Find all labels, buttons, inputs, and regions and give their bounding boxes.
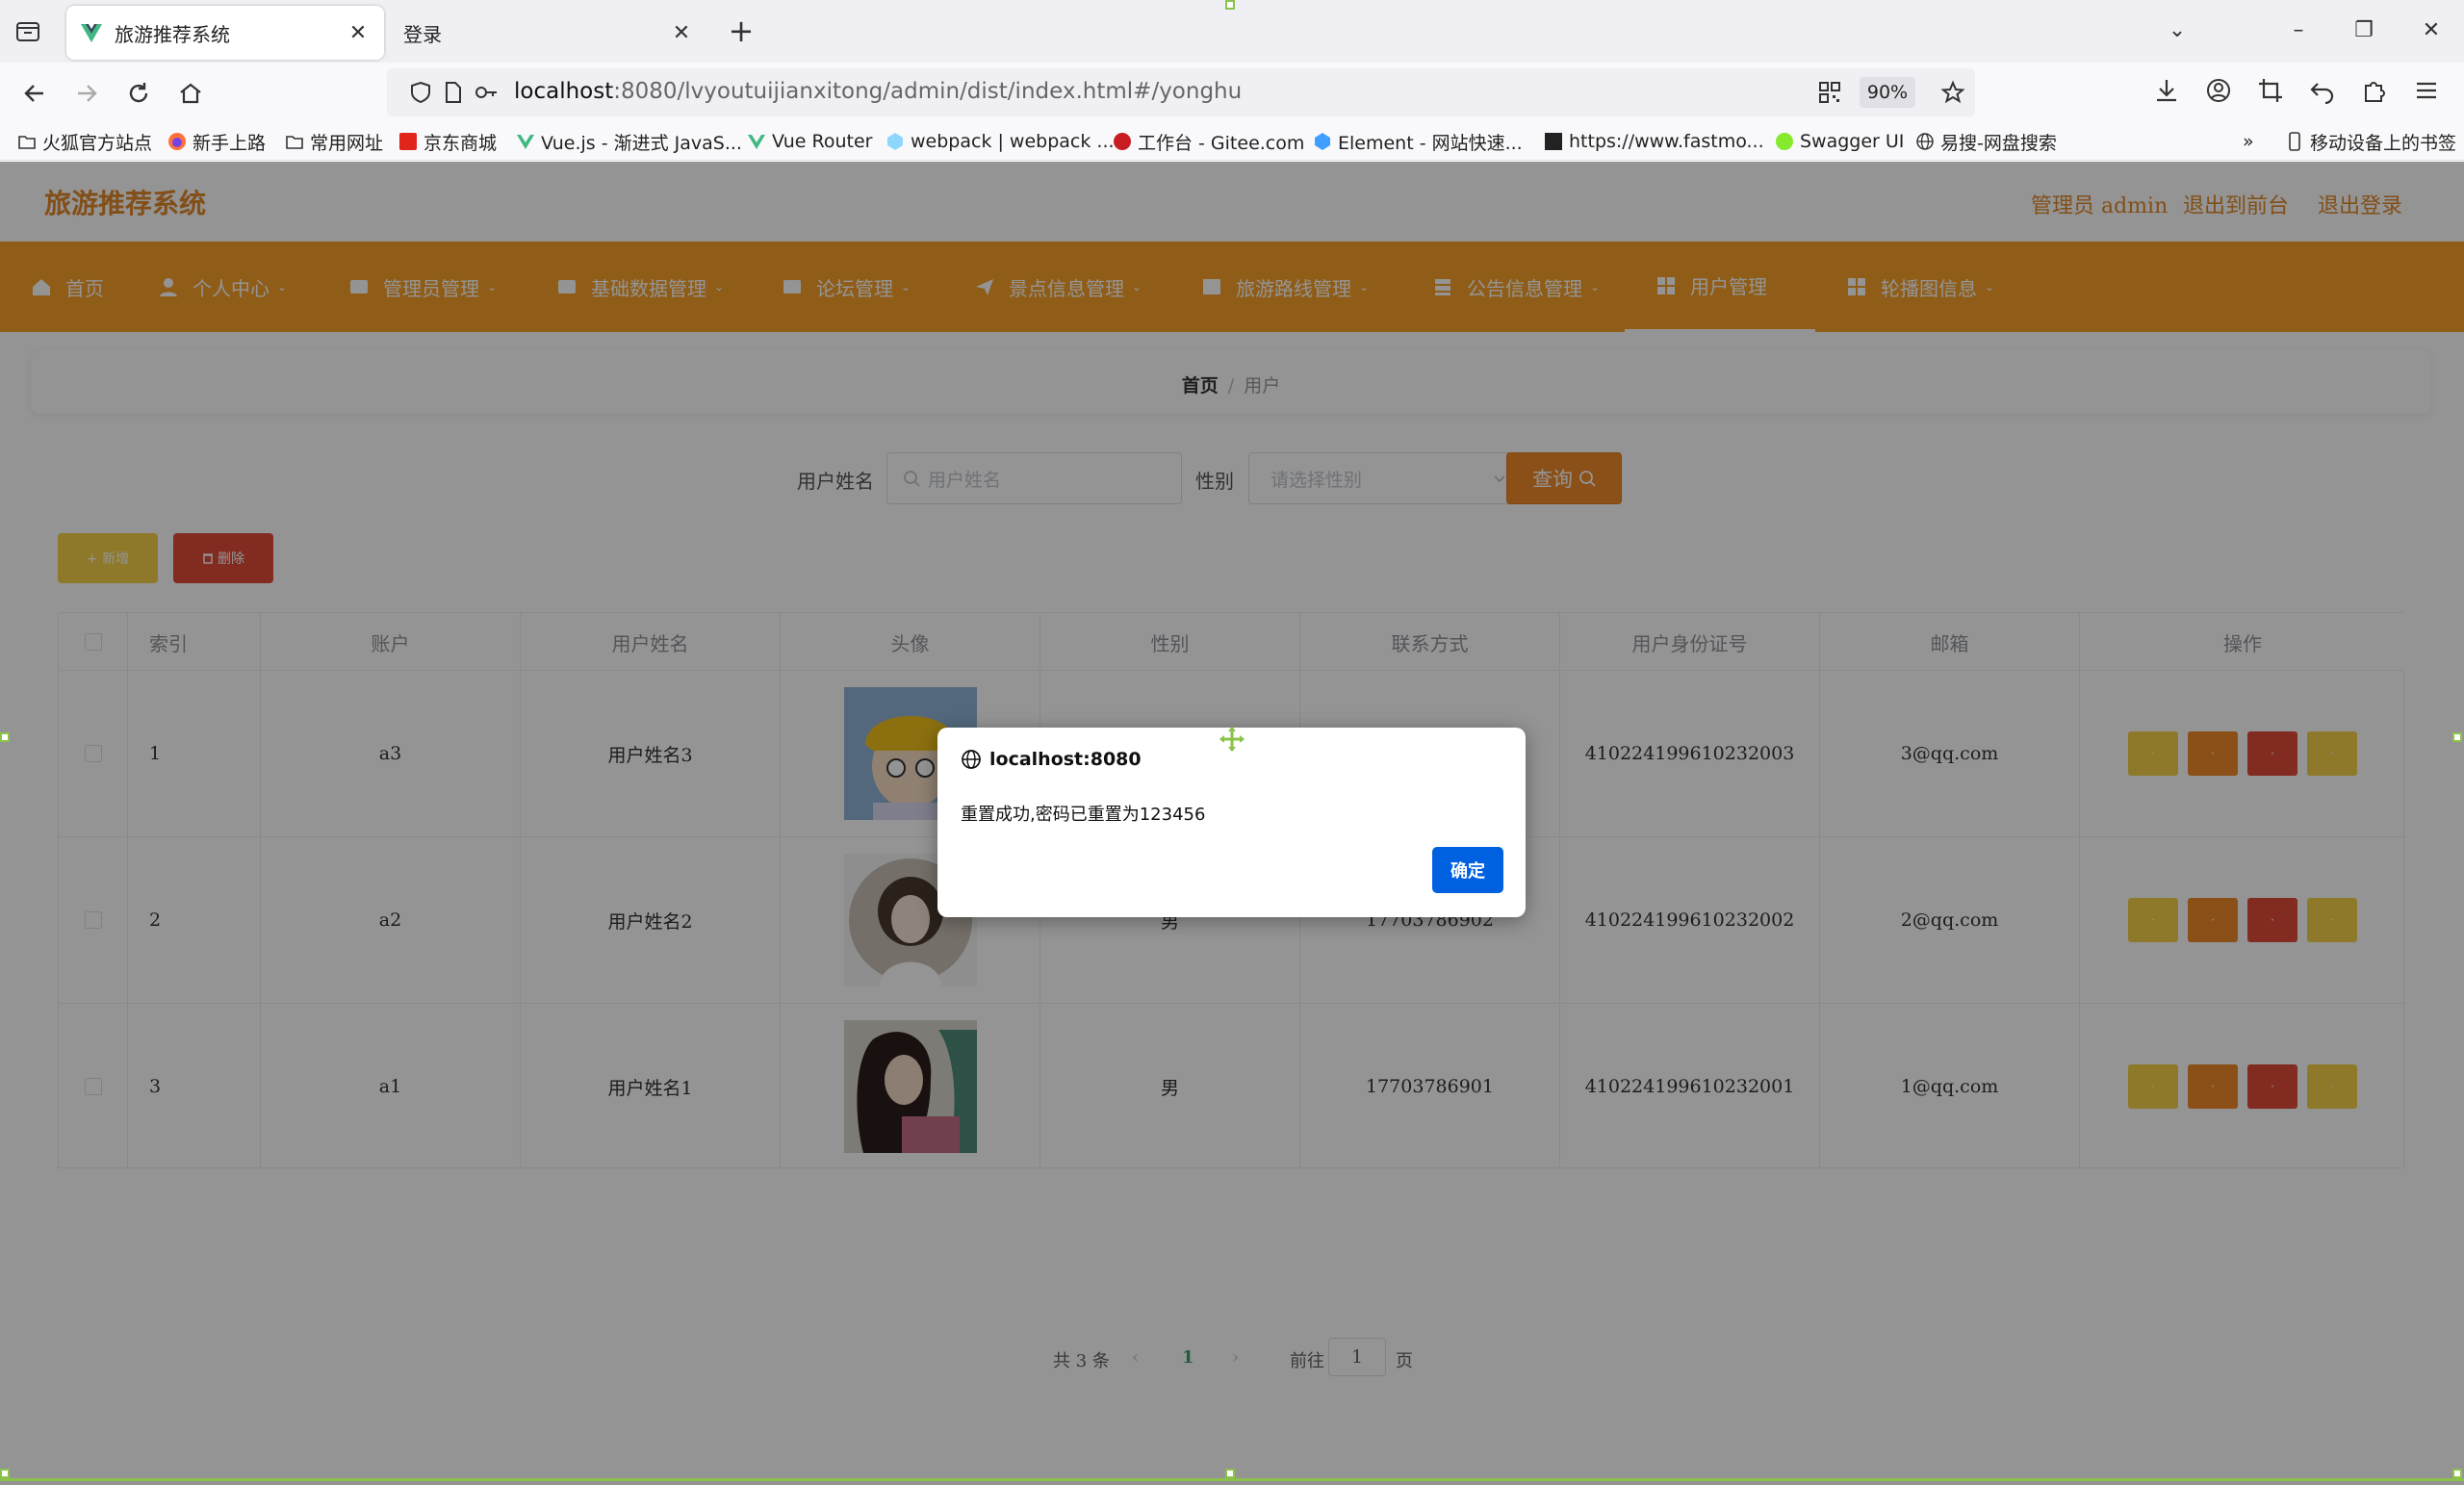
minimize-icon[interactable]: – — [2279, 13, 2318, 48]
alert-dialog: localhost:8080 重置成功,密码已重置为123456 确定 — [937, 728, 1526, 917]
mobile-bookmarks[interactable]: 移动设备上的书签 — [2285, 128, 2456, 155]
resize-handle[interactable] — [0, 1469, 10, 1478]
bookmarks-overflow-icon[interactable]: » — [2243, 128, 2254, 155]
tab-overflow-chevron-icon[interactable]: ⌄ — [2158, 13, 2196, 48]
selection-frame-line — [0, 1478, 2464, 1481]
bookmark-item[interactable]: 常用网址 — [285, 128, 383, 155]
bookmark-item[interactable]: Vue.js - 渐进式 JavaS... — [516, 128, 742, 155]
resize-handle[interactable] — [1225, 1469, 1235, 1478]
extensions-icon[interactable] — [2360, 76, 2393, 109]
resize-handle[interactable] — [2452, 732, 2462, 742]
folder-icon — [17, 132, 37, 151]
jd-icon — [398, 132, 418, 151]
tab-travel-system[interactable]: 旅游推荐系统 ✕ — [66, 6, 384, 60]
bookmark-star-icon[interactable] — [1940, 80, 1965, 105]
tab-title: 旅游推荐系统 — [115, 22, 230, 46]
account-icon[interactable] — [2204, 76, 2237, 109]
dialog-ok-button[interactable]: 确定 — [1432, 847, 1503, 893]
window-close-icon[interactable]: ✕ — [2412, 13, 2451, 48]
tab-close-icon[interactable]: ✕ — [669, 20, 694, 45]
bookmark-item[interactable]: https://www.fastmo... — [1544, 128, 1764, 155]
bookmarks-toolbar: 火狐官方站点 新手上路 常用网址 京东商城 Vue.js - 渐进式 JavaS… — [0, 122, 2464, 161]
resize-handle[interactable] — [2452, 1469, 2462, 1478]
home-icon[interactable] — [173, 76, 208, 111]
move-crosshair-icon[interactable] — [1219, 726, 1245, 753]
element-icon — [1313, 132, 1332, 151]
bookmark-item[interactable]: 火狐官方站点 — [17, 128, 152, 155]
forward-arrow-icon[interactable] — [69, 76, 104, 111]
menu-hamburger-icon[interactable] — [2412, 76, 2445, 109]
bookmark-item[interactable]: 易搜-网盘搜索 — [1915, 128, 2057, 155]
restore-icon[interactable]: ❐ — [2345, 13, 2383, 48]
mobile-icon — [2285, 132, 2304, 151]
undo-icon[interactable] — [2308, 76, 2341, 109]
tab-title: 登录 — [403, 22, 442, 46]
qr-code-icon[interactable] — [1817, 80, 1842, 105]
bookmark-item[interactable]: Swagger UI — [1775, 128, 1904, 155]
tab-login[interactable]: 登录 ✕ — [390, 6, 707, 60]
webpack-icon — [886, 132, 905, 151]
tab-list-icon[interactable] — [13, 17, 42, 46]
swagger-icon — [1775, 132, 1794, 151]
bookmark-item[interactable]: 新手上路 — [167, 128, 266, 155]
bookmark-item[interactable]: webpack | webpack ... — [886, 128, 1115, 155]
dialog-message: 重置成功,密码已重置为123456 — [961, 805, 1206, 825]
folder-icon — [285, 132, 304, 151]
fastmock-icon — [1544, 132, 1563, 151]
browser-nav-bar: localhost:8080/lvyoutuijianxitong/admin/… — [0, 63, 2464, 122]
back-arrow-icon[interactable] — [17, 76, 52, 111]
url-bar[interactable]: localhost:8080/lvyoutuijianxitong/admin/… — [387, 68, 1975, 116]
tab-close-icon[interactable]: ✕ — [346, 20, 371, 45]
bookmark-item[interactable]: 京东商城 — [398, 128, 497, 155]
dialog-origin: localhost:8080 — [989, 749, 1142, 770]
zoom-level[interactable]: 90% — [1860, 77, 1915, 108]
reload-icon[interactable] — [121, 76, 156, 111]
bookmark-item[interactable]: 工作台 - Gitee.com — [1113, 128, 1304, 155]
shield-icon[interactable] — [408, 80, 433, 105]
page-icon[interactable] — [441, 80, 466, 105]
firefox-icon — [167, 132, 187, 151]
bookmark-item[interactable]: Vue Router — [747, 128, 872, 155]
globe-icon — [961, 749, 989, 770]
resize-handle[interactable] — [1225, 0, 1235, 10]
resize-handle[interactable] — [0, 732, 10, 742]
download-icon[interactable] — [2152, 76, 2185, 109]
gitee-icon — [1113, 132, 1132, 151]
vue-icon — [747, 132, 766, 151]
bookmark-item[interactable]: Element - 网站快速... — [1313, 128, 1523, 155]
url-text[interactable]: localhost:8080/lvyoutuijianxitong/admin/… — [514, 79, 1242, 104]
vue-icon — [516, 132, 535, 151]
globe-icon — [1915, 132, 1935, 151]
permissions-key-icon[interactable] — [474, 80, 499, 105]
new-tab-button[interactable]: + — [726, 15, 757, 47]
vue-favicon-icon — [80, 21, 103, 44]
crop-icon[interactable] — [2256, 76, 2289, 109]
